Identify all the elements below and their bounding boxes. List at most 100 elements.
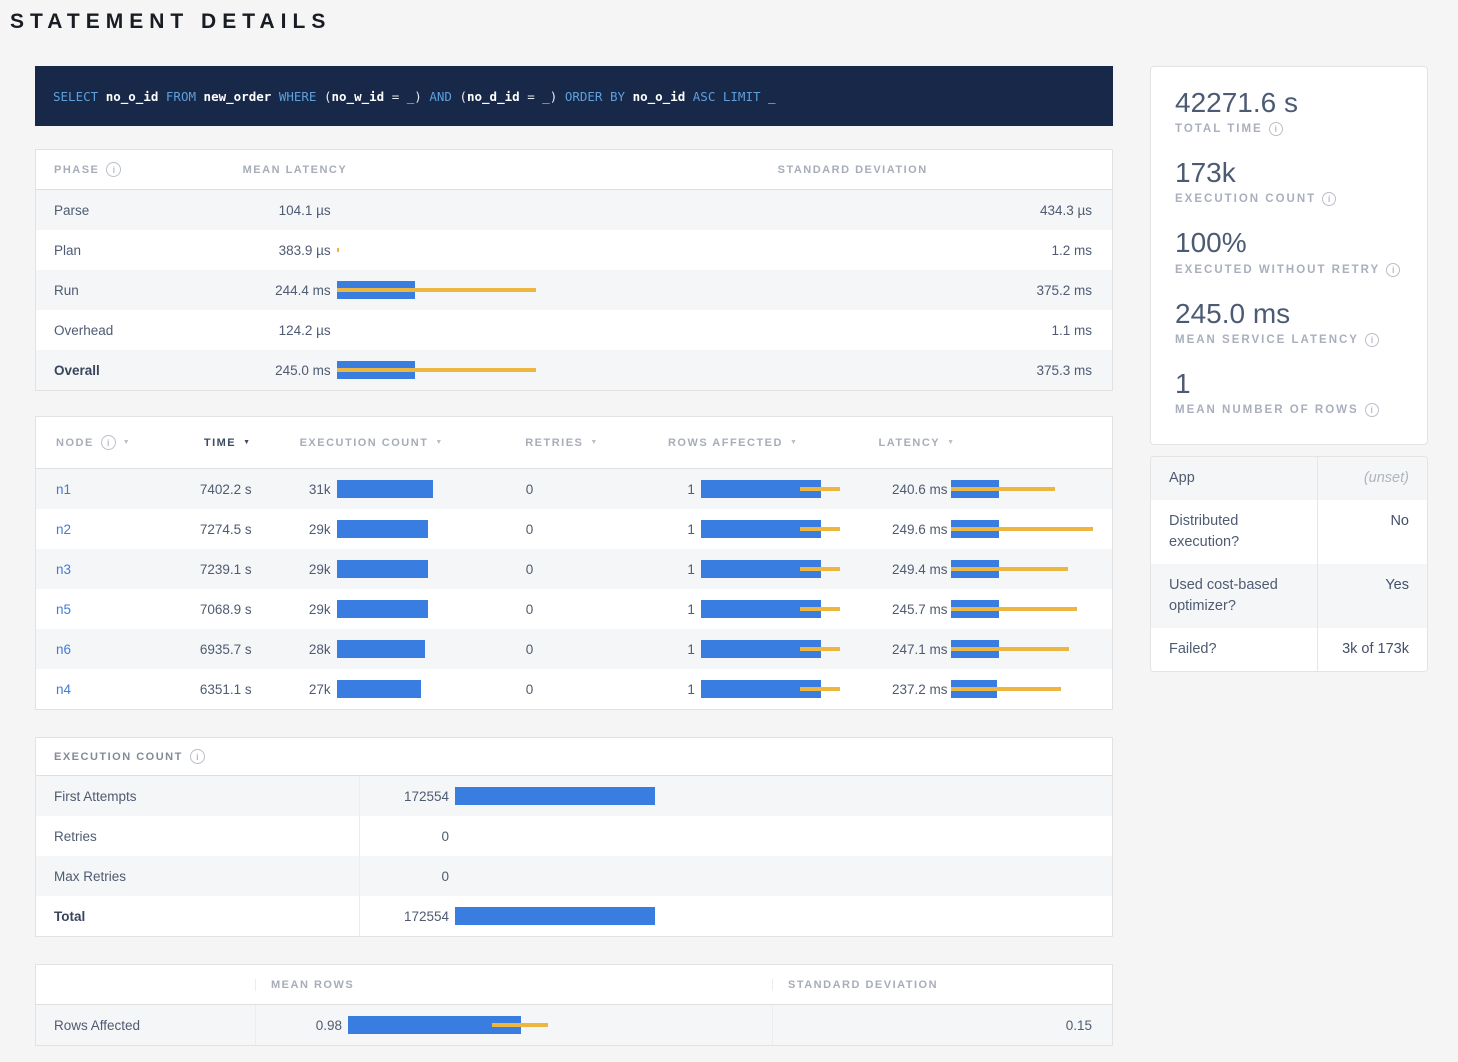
sql-plain: _ [768, 89, 776, 104]
retries-value: 0 [476, 562, 533, 577]
sql-keyword: ASC LIMIT [693, 89, 768, 104]
sql-plain [158, 89, 166, 104]
stat-value: 1 [1175, 368, 1403, 400]
latency-bar [455, 787, 1110, 805]
execution-count-value: 29k [274, 522, 331, 537]
stat-value: 245.0 ms [1175, 298, 1403, 330]
bar-fill [337, 680, 421, 698]
latency-bar [337, 560, 471, 578]
rows-affected-row: Rows Affected 0.98 0.15 [36, 1005, 1112, 1045]
time-value: 6351.1 s [177, 682, 274, 697]
sql-keyword: SELECT [53, 89, 106, 104]
execution-count-row-label: Retries [36, 829, 359, 844]
summary-stat: 100% EXECUTED WITHOUT RETRY i [1175, 227, 1403, 276]
info-icon[interactable]: i [1365, 403, 1379, 417]
summary-stat: 173k EXECUTION COUNT i [1175, 157, 1403, 206]
bar-stddev-line [951, 567, 1067, 571]
stat-label-text: EXECUTED WITHOUT RETRY [1175, 264, 1380, 276]
sort-caret-icon: ▼ [243, 439, 251, 446]
sql-identifier: no_o_id [633, 89, 686, 104]
rows-affected-table: MEAN ROWS STANDARD DEVIATION Rows Affect… [35, 964, 1113, 1046]
property-label: Used cost-based optimizer? [1151, 564, 1317, 628]
col-retries-label: RETRIES [525, 437, 583, 449]
latency-bar [701, 480, 859, 498]
latency-value: 240.6 ms [861, 482, 947, 497]
execution-count-row-label: Max Retries [36, 869, 359, 884]
stat-label: EXECUTION COUNT i [1175, 192, 1403, 206]
info-icon[interactable]: i [101, 435, 116, 450]
sort-caret-icon: ▼ [790, 439, 798, 446]
sql-statement-box: SELECT no_o_id FROM new_order WHERE (no_… [35, 66, 1113, 126]
col-time-label: TIME [204, 437, 236, 449]
col-time[interactable]: TIME ▼ [177, 437, 274, 449]
col-rows-affected[interactable]: ROWS AFFECTED ▼ [642, 437, 862, 449]
latency-value: 237.2 ms [861, 682, 947, 697]
summary-stat: 42271.6 s TOTAL TIME i [1175, 87, 1403, 136]
sql-identifier: no_w_id [332, 89, 385, 104]
col-retries[interactable]: RETRIES ▼ [476, 437, 642, 449]
property-row: Used cost-based optimizer? Yes [1151, 564, 1427, 628]
mean-latency-value: 245.0 ms [243, 363, 331, 378]
phase-table-body: Parse 104.1 µs 434.3 µs Plan 383.9 µs 1.… [36, 190, 1112, 390]
execution-count-value: 28k [274, 642, 331, 657]
execution-count-row-value: 0 [360, 869, 449, 884]
mean-latency-value: 124.2 µs [243, 323, 331, 338]
phase-row: Plan 383.9 µs 1.2 ms [36, 230, 1112, 270]
col-execution-count[interactable]: EXECUTION COUNT ▼ [274, 437, 477, 449]
execution-count-value: 31k [274, 482, 331, 497]
sql-keyword: AND [429, 89, 459, 104]
bar-stddev-line [800, 567, 840, 571]
statement-properties-card: App (unset) Distributed execution? No Us… [1150, 456, 1428, 672]
retries-value: 0 [476, 522, 533, 537]
page-title: STATEMENT DETAILS [10, 10, 1458, 34]
node-link[interactable]: n2 [56, 522, 71, 537]
bar-stddev-line [337, 368, 536, 372]
execution-count-table: EXECUTION COUNT i First Attempts 172554 … [35, 737, 1113, 937]
col-node[interactable]: NODE i ▼ [36, 435, 177, 450]
info-icon[interactable]: i [1269, 122, 1283, 136]
execution-count-value: 27k [274, 682, 331, 697]
sql-identifier: no_o_id [106, 89, 159, 104]
node-link[interactable]: n6 [56, 642, 71, 657]
latency-value: 245.7 ms [861, 602, 947, 617]
latency-bar [337, 520, 471, 538]
latency-bar [337, 680, 471, 698]
std-dev-value: 375.2 ms [763, 283, 1112, 298]
time-value: 7402.2 s [177, 482, 274, 497]
sql-keyword: FROM [166, 89, 204, 104]
node-link[interactable]: n3 [56, 562, 71, 577]
sql-plain: = _) [384, 89, 429, 104]
rows-affected-value: 1 [642, 522, 695, 537]
sort-caret-icon: ▼ [590, 439, 598, 446]
bar-fill [337, 520, 428, 538]
col-standard-deviation: STANDARD DEVIATION [772, 979, 1112, 991]
node-link[interactable]: n5 [56, 602, 71, 617]
latency-bar [455, 867, 1110, 885]
execution-count-row: First Attempts 172554 [36, 776, 1112, 816]
info-icon[interactable]: i [1365, 333, 1379, 347]
phase-label: Plan [36, 243, 243, 258]
retries-value: 0 [476, 602, 533, 617]
bar-stddev-line [800, 687, 840, 691]
std-dev-value: 434.3 µs [763, 203, 1112, 218]
node-link[interactable]: n4 [56, 682, 71, 697]
info-icon[interactable]: i [1322, 192, 1336, 206]
col-latency[interactable]: LATENCY ▼ [862, 437, 1112, 449]
col-phase-label: PHASE [54, 164, 99, 176]
node-table: NODE i ▼ TIME ▼ EXECUTION COUNT ▼ RETRIE… [35, 416, 1113, 710]
sql-plain [271, 89, 279, 104]
rows-affected-value: 1 [642, 682, 695, 697]
stat-label: TOTAL TIME i [1175, 122, 1403, 136]
col-mean-rows: MEAN ROWS [255, 979, 772, 991]
stat-label-text: MEAN NUMBER OF ROWS [1175, 404, 1359, 416]
latency-bar [337, 201, 757, 219]
info-icon[interactable]: i [106, 162, 121, 177]
info-icon[interactable]: i [190, 749, 205, 764]
rows-affected-row-label: Rows Affected [36, 1018, 255, 1033]
node-link[interactable]: n1 [56, 482, 71, 497]
stat-value: 173k [1175, 157, 1403, 189]
info-icon[interactable]: i [1386, 263, 1400, 277]
latency-bar [337, 241, 757, 259]
latency-bar [951, 480, 1108, 498]
latency-bar [455, 907, 1110, 925]
